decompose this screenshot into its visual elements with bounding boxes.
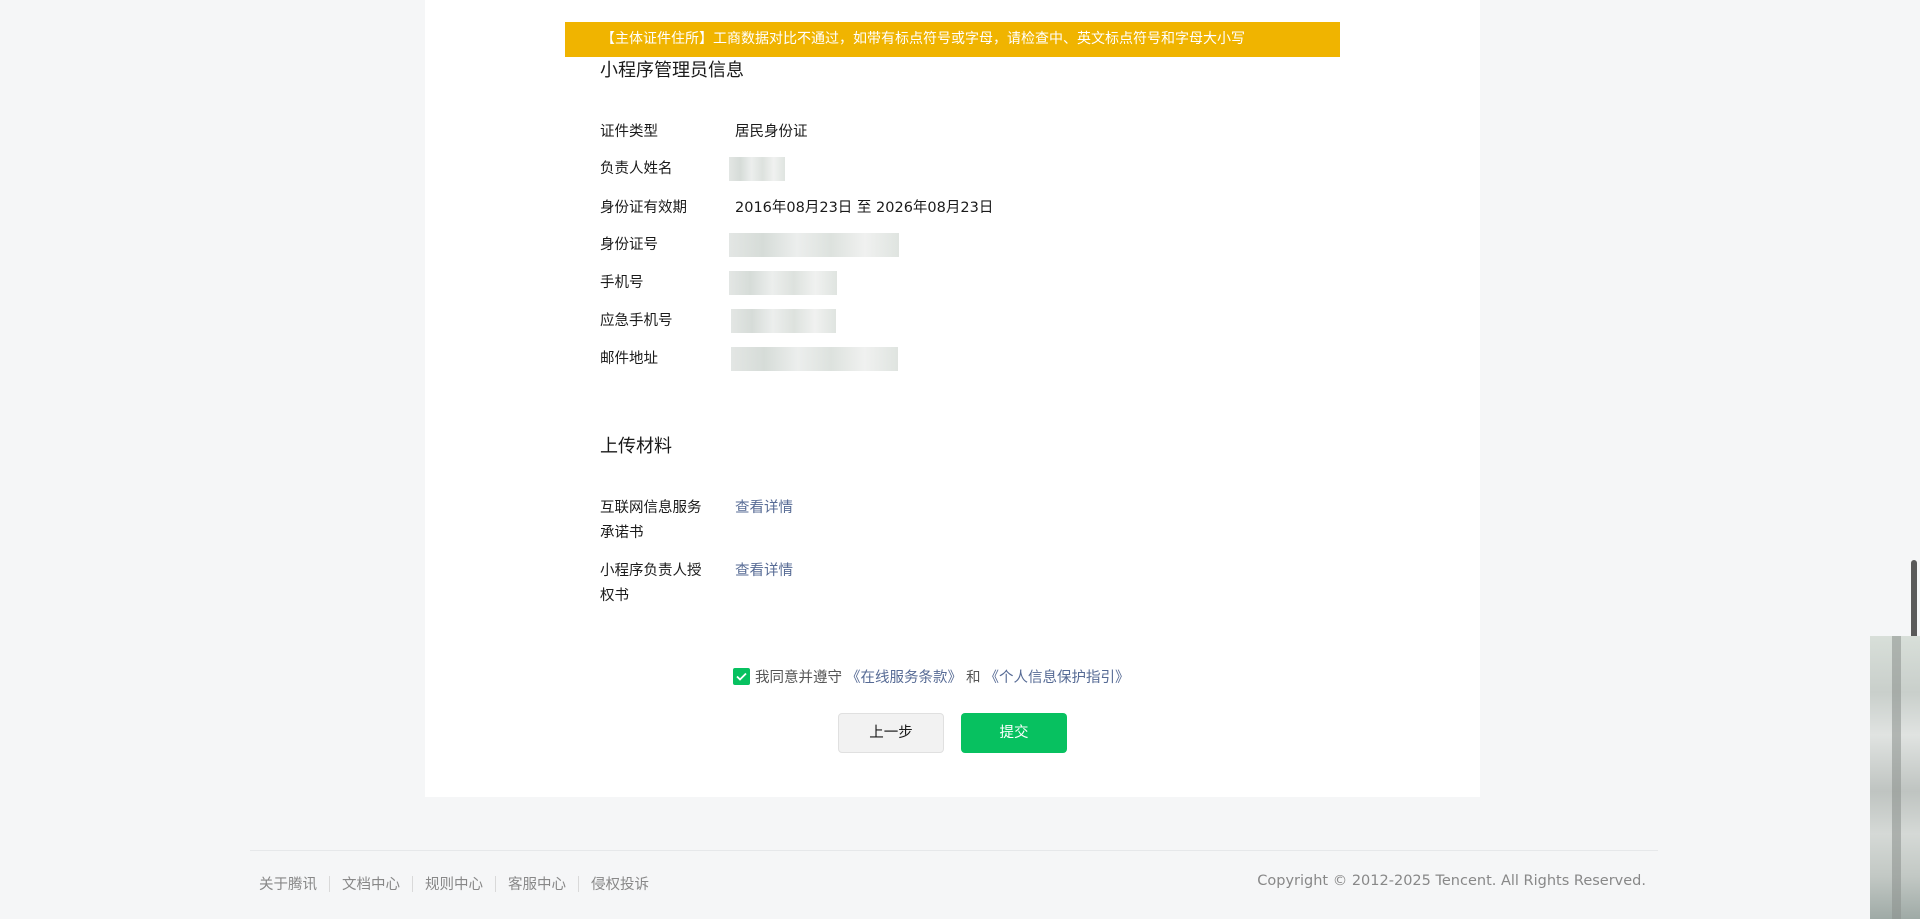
id-number-redacted [729, 233, 899, 257]
footer-link-infringement-report[interactable]: 侵权投诉 [591, 873, 649, 894]
admin-info-title: 小程序管理员信息 [600, 60, 744, 81]
footer-link-about-tencent[interactable]: 关于腾讯 [259, 873, 317, 894]
footer-separator [412, 875, 413, 892]
footer-link-docs-center[interactable]: 文档中心 [342, 873, 400, 894]
id-number-label: 身份证号 [600, 237, 658, 253]
agree-and: 和 [966, 669, 981, 686]
warning-banner: 【主体证件住所】工商数据对比不通过，如带有标点符号或字母，请检查中、英文标点符号… [565, 22, 1340, 57]
id-validity-value: 2016年08月23日 至 2026年08月23日 [735, 200, 994, 216]
phone-redacted [729, 271, 837, 295]
terms-of-service-link[interactable]: 《在线服务条款》 [846, 666, 962, 687]
footer-link-support-center[interactable]: 客服中心 [508, 873, 566, 894]
commitment-letter-label: 互联网信息服务承诺书 [600, 500, 702, 541]
phone-label: 手机号 [600, 275, 644, 291]
authorization-letter-details-link[interactable]: 查看详情 [735, 559, 793, 583]
footer-separator [495, 875, 496, 892]
scrollbar-thumb[interactable] [1911, 560, 1917, 640]
id-validity-label: 身份证有效期 [600, 200, 687, 216]
email-label: 邮件地址 [600, 351, 658, 367]
previous-step-button[interactable]: 上一步 [838, 713, 944, 753]
footer-separator [329, 875, 330, 892]
privacy-guide-link[interactable]: 《个人信息保护指引》 [985, 666, 1130, 687]
submit-button[interactable]: 提交 [961, 713, 1067, 753]
emergency-phone-label: 应急手机号 [600, 313, 673, 329]
side-widget-strip [1892, 636, 1901, 919]
id-type-label: 证件类型 [600, 124, 658, 140]
footer-link-rules-center[interactable]: 规则中心 [425, 873, 483, 894]
checkmark-icon [736, 672, 747, 681]
owner-name-label: 负责人姓名 [600, 161, 673, 177]
upload-materials-title: 上传材料 [600, 436, 672, 457]
copyright-text: Copyright © 2012-2025 Tencent. All Right… [1257, 873, 1646, 889]
footer-links: 关于腾讯 文档中心 规则中心 客服中心 侵权投诉 [259, 873, 649, 894]
footer-separator [578, 875, 579, 892]
authorization-letter-label: 小程序负责人授权书 [600, 563, 702, 604]
agreement-row: 我同意并遵守 《在线服务条款》 和 《个人信息保护指引》 [733, 665, 1134, 687]
owner-name-redacted [729, 157, 785, 181]
agree-checkbox[interactable] [733, 667, 750, 685]
emergency-phone-redacted [731, 309, 836, 333]
commitment-letter-details-link[interactable]: 查看详情 [735, 496, 793, 520]
footer-divider [250, 850, 1658, 851]
agree-prefix: 我同意并遵守 [755, 669, 842, 686]
id-type-value: 居民身份证 [735, 124, 808, 140]
email-redacted [731, 347, 898, 371]
